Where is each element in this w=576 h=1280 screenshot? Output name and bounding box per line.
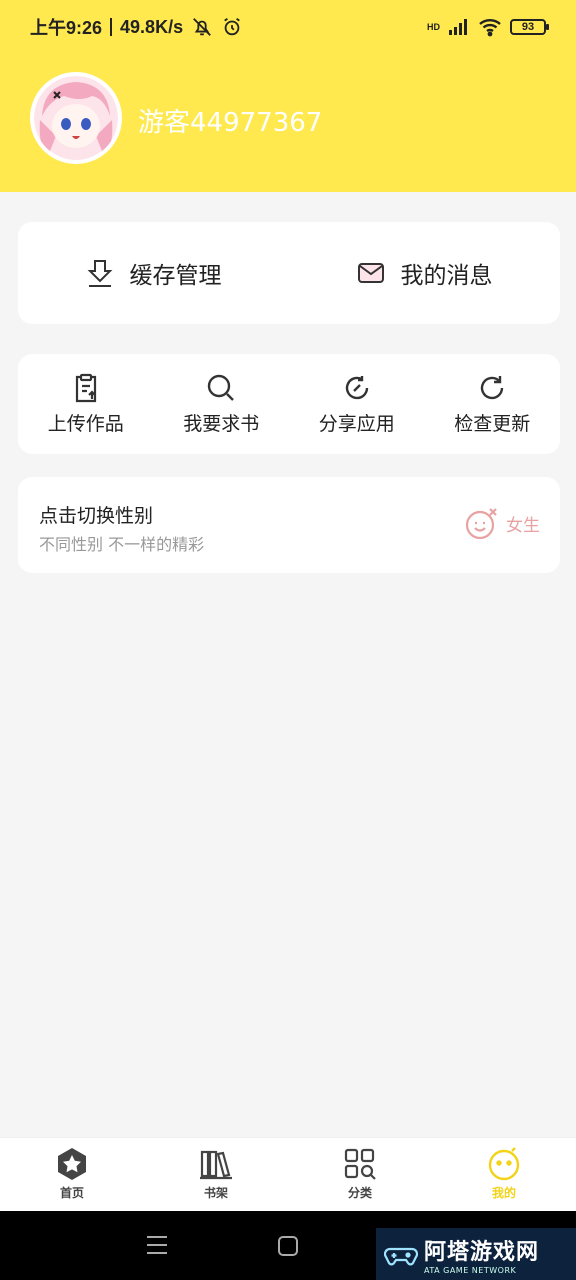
status-net-speed: 49.8K/s [120, 16, 184, 37]
avatar[interactable] [30, 72, 122, 164]
mail-icon [357, 263, 384, 283]
upload-work-button[interactable]: 上传作品 [18, 373, 154, 436]
smiley-face-icon [488, 1147, 520, 1181]
tab-mine[interactable]: 我的 [432, 1138, 576, 1211]
cache-management-button[interactable]: 缓存管理 [18, 256, 289, 290]
signal-icon [449, 19, 467, 35]
tab-home-label: 首页 [59, 1186, 84, 1200]
tab-category[interactable]: 分类 [288, 1138, 432, 1211]
upload-work-label: 上传作品 [47, 412, 124, 435]
clipboard-upload-icon [75, 373, 96, 402]
tools-card: 上传作品 我要求书 分享应用 检查更新 [18, 354, 560, 454]
gamepad-logo-icon [384, 1247, 418, 1266]
profile-header: 游客44977367 [0, 54, 576, 192]
bottom-tab-bar: 首页 书架 分类 我的 [0, 1137, 576, 1211]
star-hexagon-icon [58, 1148, 86, 1180]
request-book-button[interactable]: 我要求书 [154, 373, 290, 436]
watermark-title: 阿塔游戏网 [424, 1239, 540, 1265]
gender-current-label: 女生 [506, 515, 540, 536]
cache-management-label: 缓存管理 [129, 263, 222, 289]
battery-icon: 93 [510, 19, 549, 35]
gender-toggle[interactable]: 女生 [464, 505, 540, 541]
gender-switch-subtitle: 不同性别 不一样的精彩 [39, 535, 205, 554]
check-update-button[interactable]: 检查更新 [425, 373, 561, 436]
watermark-subtitle: ATA GAME NETWORK [424, 1265, 517, 1275]
wifi-icon [479, 19, 501, 37]
status-time: 上午9:26 [30, 18, 103, 38]
username: 游客44977367 [138, 108, 323, 138]
category-grid-icon [344, 1148, 376, 1180]
tab-home[interactable]: 首页 [0, 1138, 144, 1211]
gender-switch-card[interactable]: 点击切换性别 不同性别 不一样的精彩 女生 [18, 477, 560, 573]
hd-label: HD [427, 22, 440, 32]
gender-switch-title: 点击切换性别 [39, 505, 154, 527]
refresh-icon [481, 375, 504, 399]
my-messages-button[interactable]: 我的消息 [289, 256, 560, 290]
tab-mine-label: 我的 [491, 1186, 516, 1200]
menu-icon[interactable] [146, 1235, 168, 1255]
share-app-label: 分享应用 [318, 412, 395, 435]
request-book-label: 我要求书 [183, 412, 260, 435]
check-update-label: 检查更新 [454, 412, 531, 435]
my-messages-label: 我的消息 [400, 263, 493, 289]
download-icon [87, 260, 112, 287]
status-bar: 上午9:26 49.8K/s HD 93 [0, 0, 576, 54]
search-icon [208, 374, 235, 401]
quick-actions-card: 缓存管理 我的消息 [18, 222, 560, 324]
tab-bookshelf[interactable]: 书架 [144, 1138, 288, 1211]
status-separator [110, 18, 113, 36]
share-app-button[interactable]: 分享应用 [289, 373, 425, 436]
mute-icon [193, 18, 211, 36]
alarm-icon [224, 17, 240, 36]
share-icon [345, 375, 368, 399]
bookshelf-icon [200, 1150, 232, 1180]
female-icon [465, 508, 497, 540]
tab-category-label: 分类 [347, 1186, 372, 1200]
watermark: 阿塔游戏网 ATA GAME NETWORK [376, 1228, 576, 1280]
home-square-icon[interactable] [277, 1235, 299, 1257]
tab-bookshelf-label: 书架 [203, 1186, 228, 1200]
